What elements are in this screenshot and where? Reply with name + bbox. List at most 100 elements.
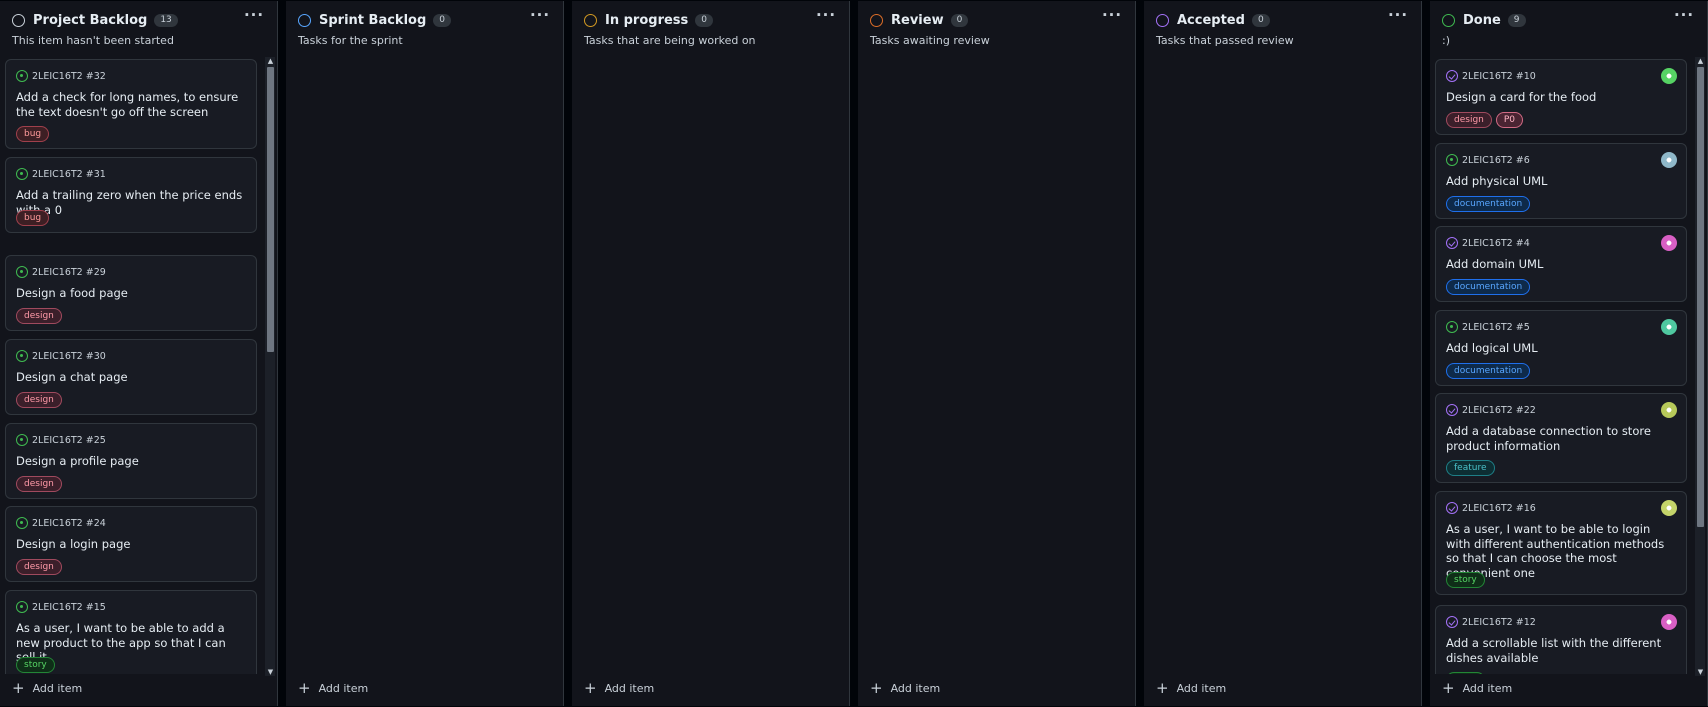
issue-title[interactable]: Design a login page xyxy=(16,537,246,552)
label-story[interactable]: story xyxy=(1446,672,1485,674)
label-documentation[interactable]: documentation xyxy=(1446,363,1531,379)
issue-card[interactable]: 2LEIC16T2 #29 Design a food page design xyxy=(5,255,257,331)
label-list: bug xyxy=(16,126,50,142)
label-design[interactable]: design xyxy=(16,559,62,575)
column-more-options-icon[interactable]: ··· xyxy=(528,7,552,27)
status-circle-icon xyxy=(1156,13,1169,27)
issue-closed-icon xyxy=(1446,502,1458,514)
add-item-label: Add item xyxy=(32,681,83,695)
column-sprint-backlog: Sprint Backlog 0 ··· Tasks for the sprint + A… xyxy=(286,1,564,706)
add-item-label: Add item xyxy=(1462,681,1513,695)
column-more-options-icon[interactable]: ··· xyxy=(1672,7,1696,27)
issue-reference: 2LEIC16T2 #5 xyxy=(1446,321,1530,333)
column-header: Sprint Backlog 0 ··· Tasks for the sprint xyxy=(286,1,563,51)
issue-title[interactable]: Add logical UML xyxy=(1446,341,1676,356)
issue-number: 2LEIC16T2 #16 xyxy=(1462,502,1536,514)
issue-card[interactable]: 2LEIC16T2 #22 Add a database connection t… xyxy=(1435,393,1687,483)
issue-reference: 2LEIC16T2 #15 xyxy=(16,601,106,613)
issue-title[interactable]: Design a food page xyxy=(16,286,246,301)
assignee-avatar[interactable] xyxy=(1661,402,1677,418)
label-list: documentation xyxy=(1446,279,1531,295)
issue-card[interactable]: 2LEIC16T2 #6 Add physical UML documentatio… xyxy=(1435,143,1687,219)
issue-open-icon xyxy=(16,434,28,446)
issue-title[interactable]: Add physical UML xyxy=(1446,174,1676,189)
assignee-avatar[interactable] xyxy=(1661,614,1677,630)
issue-title[interactable]: Add a scrollable list with the different… xyxy=(1446,636,1676,665)
label-story[interactable]: story xyxy=(1446,572,1485,588)
issue-card[interactable]: 2LEIC16T2 #31 Add a trailing zero when th… xyxy=(5,157,257,233)
label-documentation[interactable]: documentation xyxy=(1446,196,1531,212)
column-accepted: Accepted 0 ··· Tasks that passed review + Add… xyxy=(1144,1,1422,706)
issue-card[interactable]: 2LEIC16T2 #24 Design a login page design xyxy=(5,506,257,582)
add-item-button[interactable]: + Add item xyxy=(584,680,654,696)
label-design[interactable]: design xyxy=(16,476,62,492)
label-bug[interactable]: bug xyxy=(16,210,50,226)
issue-title[interactable]: Design a chat page xyxy=(16,370,246,385)
plus-icon: + xyxy=(584,679,597,697)
item-count-badge: 9 xyxy=(1507,13,1526,27)
item-count-badge: 0 xyxy=(1251,13,1270,27)
column-title-row: Accepted 0 xyxy=(1156,12,1270,28)
column-in-progress: In progress 0 ··· Tasks that are being work… xyxy=(572,1,850,706)
issue-title[interactable]: Add a check for long names, to ensure th… xyxy=(16,90,246,119)
column-more-options-icon[interactable]: ··· xyxy=(1386,7,1410,27)
issue-title[interactable]: Design a card for the food xyxy=(1446,90,1676,105)
label-design[interactable]: design xyxy=(1446,112,1492,128)
scrollbar[interactable]: ▲ ▼ xyxy=(265,57,275,676)
add-item-button[interactable]: + Add item xyxy=(12,680,82,696)
label-story[interactable]: story xyxy=(16,657,55,673)
label-feature[interactable]: feature xyxy=(1446,460,1495,476)
assignee-avatar[interactable] xyxy=(1661,500,1677,516)
issue-title[interactable]: Design a profile page xyxy=(16,454,246,469)
scrollbar[interactable]: ▲ ▼ xyxy=(1695,57,1705,676)
assignee-avatar[interactable] xyxy=(1661,235,1677,251)
add-item-label: Add item xyxy=(890,681,941,695)
assignee-avatar[interactable] xyxy=(1661,152,1677,168)
label-list: story xyxy=(1446,572,1485,588)
column-more-options-icon[interactable]: ··· xyxy=(242,7,266,27)
label-bug[interactable]: bug xyxy=(16,126,50,142)
scrollbar-thumb[interactable] xyxy=(1697,67,1704,527)
scrollbar-thumb[interactable] xyxy=(267,67,274,352)
column-title: Review xyxy=(891,12,944,28)
assignee-avatar[interactable] xyxy=(1661,68,1677,84)
add-item-button[interactable]: + Add item xyxy=(870,680,940,696)
issue-card[interactable]: 2LEIC16T2 #25 Design a profile page design xyxy=(5,423,257,499)
column-description: Tasks for the sprint xyxy=(298,34,403,47)
issue-card[interactable]: 2LEIC16T2 #12 Add a scrollable list with … xyxy=(1435,605,1687,674)
label-documentation[interactable]: documentation xyxy=(1446,279,1531,295)
project-board: Project Backlog 13 ··· This item hasn't bee… xyxy=(0,0,1708,707)
column-more-options-icon[interactable]: ··· xyxy=(814,7,838,27)
issue-number: 2LEIC16T2 #5 xyxy=(1462,321,1530,333)
issue-reference: 2LEIC16T2 #10 xyxy=(1446,70,1536,82)
scroll-down-arrow-icon[interactable]: ▼ xyxy=(1696,668,1705,676)
label-design[interactable]: design xyxy=(16,308,62,324)
issue-card[interactable]: 2LEIC16T2 #32 Add a check for long names,… xyxy=(5,59,257,149)
column-more-options-icon[interactable]: ··· xyxy=(1100,7,1124,27)
scroll-up-arrow-icon[interactable]: ▲ xyxy=(266,57,275,65)
label-design[interactable]: design xyxy=(16,392,62,408)
issue-reference: 2LEIC16T2 #12 xyxy=(1446,616,1536,628)
column-title-row: Sprint Backlog 0 xyxy=(298,12,451,28)
issue-card[interactable]: 2LEIC16T2 #4 Add domain UML documentation xyxy=(1435,226,1687,302)
issue-card[interactable]: 2LEIC16T2 #15 As a user, I want to be abl… xyxy=(5,590,257,674)
add-item-button[interactable]: + Add item xyxy=(1156,680,1226,696)
issue-title[interactable]: Add a database connection to store produ… xyxy=(1446,424,1676,453)
issue-card[interactable]: 2LEIC16T2 #5 Add logical UML documentation xyxy=(1435,310,1687,386)
issue-card[interactable]: 2LEIC16T2 #16 As a user, I want to be abl… xyxy=(1435,491,1687,595)
label-p0[interactable]: P0 xyxy=(1495,112,1524,128)
add-item-button[interactable]: + Add item xyxy=(298,680,368,696)
column-project-backlog: Project Backlog 13 ··· This item hasn't bee… xyxy=(0,1,278,706)
assignee-avatar[interactable] xyxy=(1661,319,1677,335)
issue-title[interactable]: Add a trailing zero when the price ends … xyxy=(16,188,246,217)
column-title: Accepted xyxy=(1177,12,1245,28)
status-circle-icon xyxy=(584,13,597,27)
issue-title[interactable]: Add domain UML xyxy=(1446,257,1676,272)
issue-card[interactable]: 2LEIC16T2 #10 Design a card for the food d… xyxy=(1435,59,1687,135)
add-item-button[interactable]: + Add item xyxy=(1442,680,1512,696)
scroll-up-arrow-icon[interactable]: ▲ xyxy=(1696,57,1705,65)
issue-card[interactable]: 2LEIC16T2 #30 Design a chat page design xyxy=(5,339,257,415)
add-item-label: Add item xyxy=(318,681,369,695)
scroll-down-arrow-icon[interactable]: ▼ xyxy=(266,668,275,676)
status-circle-icon xyxy=(12,13,25,27)
